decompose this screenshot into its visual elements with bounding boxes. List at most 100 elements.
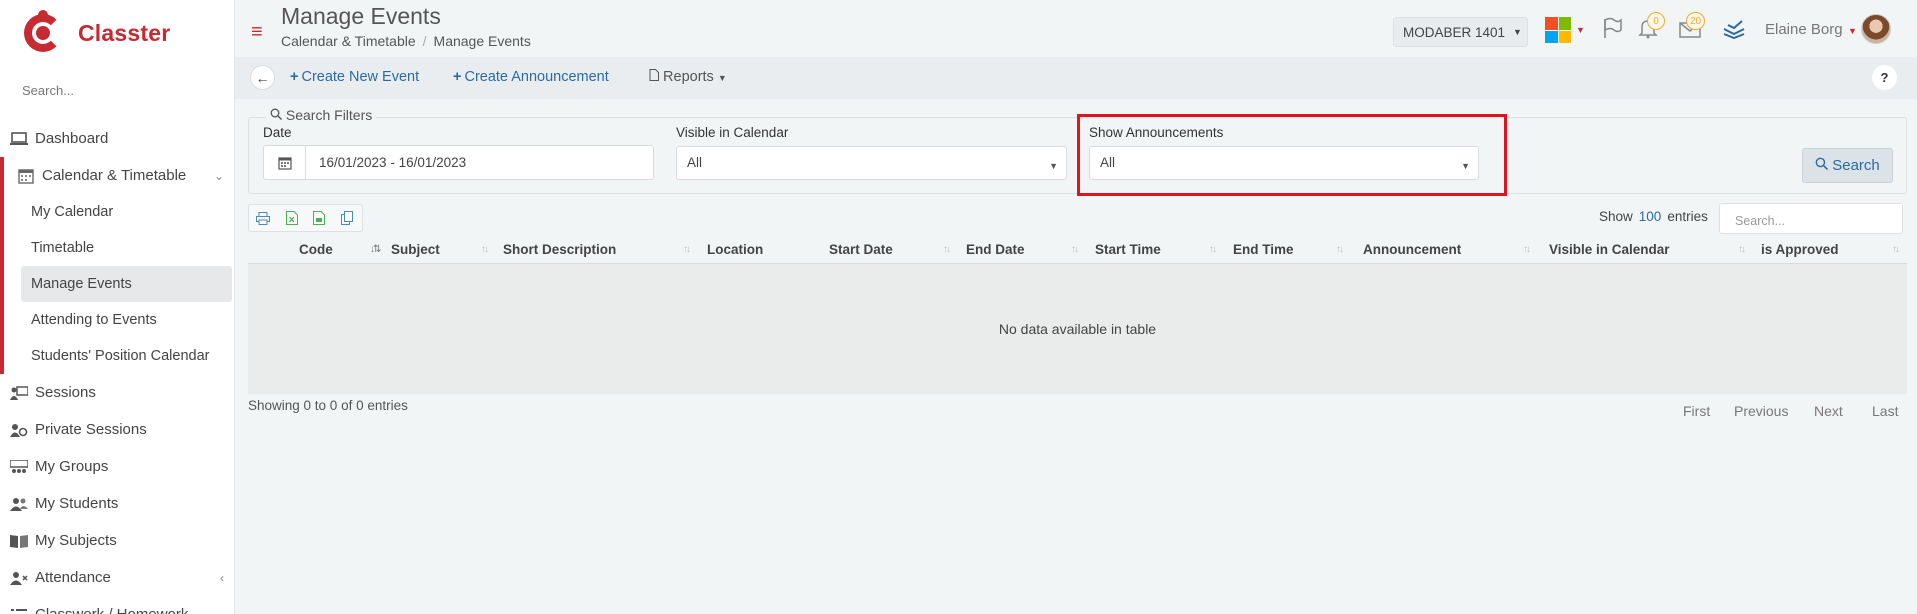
table-body: No data available in table	[248, 263, 1907, 394]
column-header-location[interactable]: Location	[707, 242, 763, 257]
hamburger-menu-icon[interactable]: ≡	[251, 21, 263, 44]
school-year-select[interactable]: MODABER 1401 ▼	[1393, 17, 1528, 47]
search-button[interactable]: Search	[1802, 148, 1893, 183]
sidebar-item-calendar-timetable[interactable]: Calendar & Timetable ⌄	[0, 157, 234, 194]
sidebar-item-label: My Students	[35, 495, 119, 512]
sort-icon[interactable]: ↑↓	[683, 244, 691, 255]
visible-in-calendar-select[interactable]: All ▼	[676, 146, 1067, 180]
visible-in-calendar-value: All	[687, 155, 703, 170]
search-filters-legend[interactable]: Search Filters	[266, 107, 377, 123]
sidebar-item-manage-events[interactable]: Manage Events	[21, 266, 232, 302]
help-button[interactable]: ?	[1872, 65, 1897, 90]
sort-icon[interactable]: ↑↓	[1738, 244, 1746, 255]
show-label: Show	[1599, 209, 1633, 224]
column-header-code[interactable]: Code	[299, 242, 333, 257]
brand-logo[interactable]: Classter	[20, 10, 170, 56]
avatar[interactable]	[1861, 14, 1891, 44]
group-icon	[9, 459, 29, 475]
sidebar-item-label: My Groups	[35, 458, 109, 475]
sort-icon[interactable]: ↑↓	[1209, 244, 1217, 255]
sidebar-item-sessions[interactable]: Sessions	[0, 374, 234, 411]
calendar-icon[interactable]	[264, 146, 306, 179]
list-icon	[9, 607, 29, 614]
sidebar-item-dashboard[interactable]: Dashboard	[0, 120, 234, 157]
sidebar-item-attendance[interactable]: Attendance ‹	[0, 559, 234, 596]
sidebar-nav: Dashboard Calendar & Timetable ⌄ My Cale…	[0, 120, 234, 614]
csv-export-icon[interactable]	[306, 206, 332, 230]
brand-name: Classter	[78, 19, 171, 46]
sidebar-item-attending-to-events[interactable]: Attending to Events	[4, 302, 234, 338]
table-search-input[interactable]: Search...	[1719, 203, 1903, 234]
sort-icon[interactable]: ↑↓	[943, 244, 951, 255]
sort-icon[interactable]: ↑↓	[1523, 244, 1531, 255]
laptop-icon	[9, 131, 29, 147]
caret-down-icon: ▼	[1576, 25, 1585, 35]
flag-icon[interactable]	[1598, 14, 1626, 42]
sidebar-item-label: Classwork / Homework	[35, 606, 188, 614]
classter-logo-icon	[20, 10, 66, 56]
sidebar-item-label: My Subjects	[35, 532, 117, 549]
print-icon[interactable]	[250, 206, 276, 230]
caret-down-icon: ▼	[717, 73, 727, 83]
create-announcement-label: Create Announcement	[464, 69, 609, 85]
sort-icon[interactable]: ↑↓	[481, 244, 489, 255]
breadcrumb-item[interactable]: Calendar & Timetable	[281, 33, 416, 49]
search-button-label: Search	[1832, 157, 1880, 174]
sidebar-item-my-calendar[interactable]: My Calendar	[4, 194, 234, 230]
sidebar: Classter Search... Dashboard Calendar & …	[0, 0, 235, 614]
column-header-end-time[interactable]: End Time	[1233, 242, 1294, 257]
users-cog-icon	[9, 422, 29, 438]
sidebar-item-my-students[interactable]: My Students	[0, 485, 234, 522]
pager-previous-button[interactable]: Previous	[1734, 403, 1788, 419]
reports-dropdown[interactable]: Reports ▼	[649, 69, 727, 85]
notification-count-badge: 0	[1647, 12, 1665, 30]
page-size-select[interactable]: 100	[1639, 209, 1662, 224]
students-icon	[9, 496, 29, 512]
date-range-field[interactable]: 16/01/2023 - 16/01/2023	[263, 145, 654, 180]
column-header-visible-in-calendar[interactable]: Visible in Calendar	[1549, 242, 1670, 257]
sidebar-item-label: Private Sessions	[35, 421, 147, 438]
breadcrumb-item-current: Manage Events	[433, 33, 531, 49]
column-header-subject[interactable]: Subject	[391, 242, 440, 257]
sort-icon[interactable]: ↑↓	[1892, 244, 1900, 255]
pager-last-button[interactable]: Last	[1872, 403, 1898, 419]
column-header-start-date[interactable]: Start Date	[829, 242, 893, 257]
breadcrumb: Calendar & Timetable / Manage Events	[281, 33, 531, 49]
excel-export-icon[interactable]	[279, 206, 305, 230]
user-x-icon	[9, 570, 29, 586]
column-header-short-description[interactable]: Short Description	[503, 242, 616, 257]
layers-icon[interactable]	[1720, 14, 1748, 42]
column-header-announcement[interactable]: Announcement	[1363, 242, 1461, 257]
page-title: Manage Events	[281, 3, 441, 29]
sidebar-item-classwork-homework[interactable]: Classwork / Homework	[0, 596, 234, 614]
sidebar-item-label: Attendance	[35, 569, 111, 586]
column-header-is-approved[interactable]: is Approved	[1761, 242, 1839, 257]
date-label: Date	[263, 125, 292, 140]
copy-icon[interactable]	[334, 206, 360, 230]
visible-in-calendar-label: Visible in Calendar	[676, 125, 789, 140]
sidebar-search-input[interactable]: Search...	[22, 83, 74, 98]
column-header-end-date[interactable]: End Date	[966, 242, 1025, 257]
sort-icon[interactable]: ↑↓	[1071, 244, 1079, 255]
back-arrow-icon[interactable]: ←	[250, 65, 275, 90]
plus-icon: +	[290, 69, 299, 85]
microsoft-apps-icon[interactable]	[1545, 17, 1571, 43]
create-announcement-button[interactable]: + Create Announcement	[453, 69, 609, 85]
column-header-start-time[interactable]: Start Time	[1095, 242, 1161, 257]
sidebar-item-my-groups[interactable]: My Groups	[0, 448, 234, 485]
user-name[interactable]: Elaine Borg	[1765, 21, 1843, 38]
message-count-badge: 20	[1686, 12, 1706, 30]
sort-asc-icon[interactable]: ↓⇅	[370, 244, 381, 255]
create-new-event-button[interactable]: + Create New Event	[290, 69, 419, 85]
sidebar-item-students-position-calendar[interactable]: Students' Position Calendar	[4, 338, 234, 374]
chevron-left-icon: ‹	[220, 570, 224, 585]
plus-icon: +	[453, 69, 462, 85]
school-year-value: MODABER 1401	[1403, 24, 1506, 40]
sidebar-item-my-subjects[interactable]: My Subjects	[0, 522, 234, 559]
pager-next-button[interactable]: Next	[1814, 403, 1843, 419]
sort-icon[interactable]: ↑↓	[1336, 244, 1344, 255]
sidebar-item-private-sessions[interactable]: Private Sessions	[0, 411, 234, 448]
pager-first-button[interactable]: First	[1683, 403, 1710, 419]
sidebar-item-timetable[interactable]: Timetable	[4, 230, 234, 266]
search-icon	[1815, 157, 1829, 174]
